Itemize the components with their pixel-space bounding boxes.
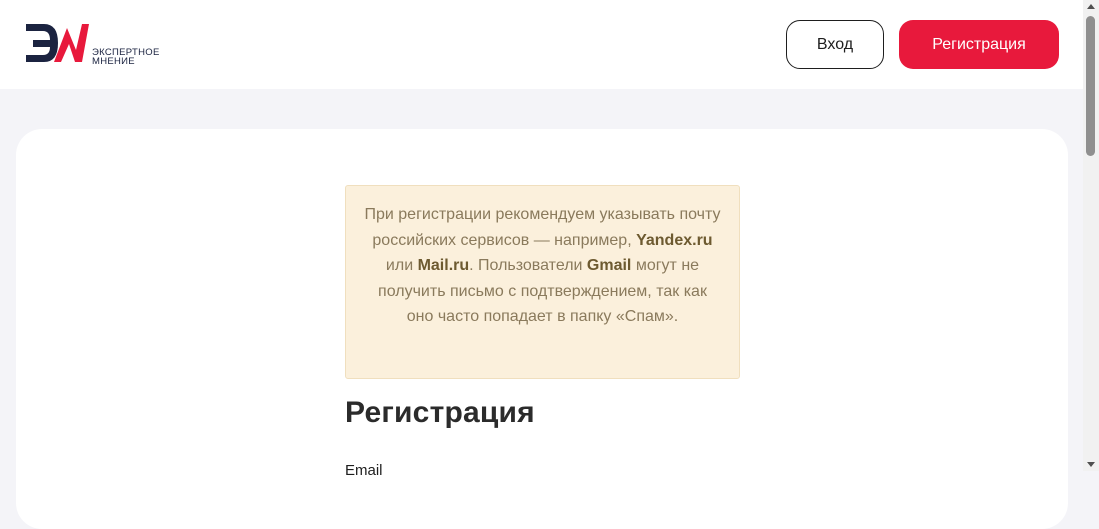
- logo-mark-icon: [26, 24, 89, 62]
- notice-mail: Mail.ru: [417, 257, 470, 274]
- login-button[interactable]: Вход: [786, 20, 884, 69]
- site-logo[interactable]: ЭКСПЕРТНОЕ МНЕНИЕ: [24, 22, 184, 68]
- scroll-up-icon[interactable]: [1087, 4, 1095, 9]
- site-header: ЭКСПЕРТНОЕ МНЕНИЕ Вход Регистрация: [0, 0, 1083, 89]
- notice-text-3: . Пользователи: [469, 257, 587, 274]
- register-button[interactable]: Регистрация: [899, 20, 1059, 69]
- notice-yandex: Yandex.ru: [636, 231, 713, 249]
- scroll-thumb[interactable]: [1086, 16, 1095, 156]
- logo-line-2: МНЕНИЕ: [92, 56, 135, 67]
- notice-text-2: или: [385, 257, 418, 274]
- vertical-scrollbar[interactable]: [1083, 0, 1099, 471]
- logo-text: ЭКСПЕРТНОЕ МНЕНИЕ: [92, 48, 160, 67]
- email-notice: При регистрации рекомендуем указывать по…: [345, 185, 740, 379]
- page-title: Регистрация: [345, 396, 535, 429]
- scroll-down-icon[interactable]: [1087, 462, 1095, 467]
- notice-gmail: Gmail: [586, 257, 632, 274]
